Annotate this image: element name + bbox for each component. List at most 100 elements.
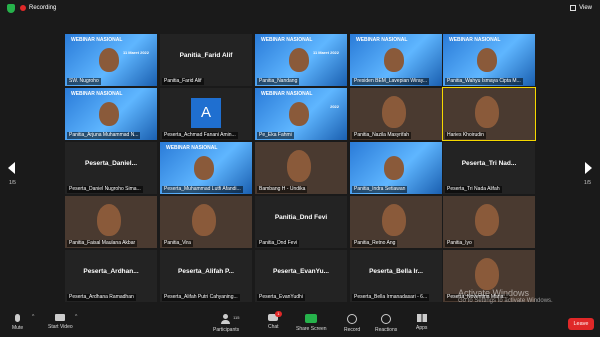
participant-tile[interactable]: Panitia_Faisal Maulana Akbar	[65, 196, 157, 248]
participant-tile[interactable]: Panitia_Vira	[160, 196, 252, 248]
participant-tile[interactable]: Bambang H - Undika	[255, 142, 347, 194]
participant-name-label: Panitia_Iyo	[445, 240, 474, 247]
chat-unread-badge: 1	[275, 311, 282, 317]
chat-button[interactable]: 1 Chat	[268, 311, 282, 330]
participant-avatar: A	[191, 98, 221, 128]
chat-label: Chat	[268, 324, 279, 330]
participant-video-face	[99, 102, 119, 126]
next-page-arrow-icon[interactable]	[585, 162, 592, 174]
apps-label: Apps	[416, 325, 428, 331]
participant-display-name: Panitia_Dnd Fevi	[274, 214, 328, 221]
participant-name-label: Peserta_Muhammad Lutfi Afandi...	[162, 186, 243, 193]
participant-display-name: Peserta_Tri Nad...	[461, 160, 517, 167]
share-screen-button[interactable]: Share Screen	[296, 314, 327, 332]
webinar-date: 2022	[330, 104, 339, 109]
reactions-button[interactable]: Reactions	[375, 314, 397, 333]
participant-display-name: Peserta_Bella Ir...	[369, 268, 423, 275]
recording-dot-icon	[20, 5, 26, 11]
webinar-title: WEBINAR NASIONAL	[261, 91, 313, 97]
participants-button[interactable]: 115 Participants	[213, 314, 239, 333]
participant-video-face	[384, 48, 404, 72]
webinar-title: WEBINAR NASIONAL	[449, 37, 501, 43]
participant-tile[interactable]: WEBINAR NASIONAL 2022 Pe_Eka Fahmi	[255, 88, 347, 140]
audio-options-caret-icon[interactable]: ^	[32, 314, 34, 320]
webinar-title: WEBINAR NASIONAL	[71, 91, 123, 97]
participant-tile[interactable]: WEBINAR NASIONAL Panitia_Wahyu Ismaya Cip…	[443, 34, 535, 86]
participant-display-name: Peserta_Daniel...	[84, 160, 138, 167]
participants-icon: 115	[221, 314, 239, 324]
page-indicator-right: 1/5	[584, 180, 591, 186]
participant-tile[interactable]: WEBINAR NASIONAL Presiden BEM_Lavepian Wi…	[350, 34, 442, 86]
apps-button[interactable]: Apps	[416, 314, 427, 331]
watermark-subtitle: Go to Settings to activate Windows.	[458, 298, 553, 304]
avatar-initial: A	[200, 104, 211, 121]
participant-display-name: Peserta_Ardhan...	[83, 268, 139, 275]
video-options-caret-icon[interactable]: ^	[75, 314, 77, 320]
participant-name-label: Peserta_Bella Irmanadasari - 6...	[352, 294, 430, 301]
participant-name-label: Panitia_Farid Alif	[162, 78, 204, 85]
participant-video-face	[382, 204, 406, 236]
participant-name-label: Panitia_Indra Setiawan	[352, 186, 408, 193]
participant-tile[interactable]: Peserta_EvanYu... Peserta_EvanYudhi	[255, 250, 347, 302]
participant-tile[interactable]: Panitia_Iyo	[443, 196, 535, 248]
participant-tile[interactable]: Peserta_Bella Ir... Peserta_Bella Irmanad…	[350, 250, 442, 302]
record-button[interactable]: Record	[344, 314, 360, 333]
participant-display-name: Peserta_Alifah P...	[178, 268, 234, 275]
participant-video-face	[477, 48, 497, 72]
microphone-icon	[15, 314, 21, 322]
participant-display-name: Peserta_EvanYu...	[272, 268, 329, 275]
participant-tile[interactable]: Peserta_Alifah P... Peserta_Alifah Putri …	[160, 250, 252, 302]
participant-tile[interactable]: Panitia_Dnd Fevi Panitia_Dnd Fevi	[255, 196, 347, 248]
participant-video-face	[382, 96, 406, 128]
participant-name-label: SW. Nugroho	[67, 78, 101, 85]
participant-name-label: Pe_Eka Fahmi	[257, 132, 294, 139]
participant-name-label: Bambang H - Undika	[257, 186, 308, 193]
participant-tile[interactable]: WEBINAR NASIONAL Peserta_Muhammad Lutfi A…	[160, 142, 252, 194]
grid-view-icon	[570, 5, 577, 11]
start-video-button[interactable]: Start Video	[48, 314, 73, 330]
participant-name-label: Peserta_Alifah Putri Cahyaning...	[162, 294, 240, 301]
previous-page-arrow-icon[interactable]	[8, 162, 15, 174]
watermark-title: Activate Windows	[458, 288, 530, 298]
participant-tile[interactable]: Peserta_Tri Nad... Peserta_Tri Nada Alifa…	[443, 142, 535, 194]
video-gallery-grid: WEBINAR NASIONAL 11 Maret 2022 SW. Nugroho…	[65, 34, 536, 304]
participant-tile[interactable]: Panitia_Nazila Masyrifah	[350, 88, 442, 140]
apps-icon	[416, 314, 427, 322]
participant-name-label: Peserta_EvanYudhi	[257, 294, 305, 301]
participant-name-label: Peserta_Tri Nada Alifah	[445, 186, 502, 193]
participant-name-label: Peserta_Ardhana Ramadhan	[67, 294, 136, 301]
security-shield-icon[interactable]	[7, 4, 15, 13]
participant-video-face	[475, 96, 499, 128]
meeting-toolbar: Mute ^ Start Video ^ 115 Participants 1 …	[0, 310, 600, 337]
participant-name-label: Panitia_Dnd Fevi	[257, 240, 300, 247]
recording-label: Recording	[29, 5, 57, 11]
participants-label: Participants	[213, 327, 240, 333]
view-button[interactable]: View	[570, 3, 592, 13]
participant-tile[interactable]: Peserta_Ardhan... Peserta_Ardhana Ramadha…	[65, 250, 157, 302]
participant-tile[interactable]: WEBINAR NASIONAL 11 Maret 2022 SW. Nugroho	[65, 34, 157, 86]
participant-tile[interactable]: Panitia_Retno Ang	[350, 196, 442, 248]
participant-name-label: Peserta_Achmad Fanani Amin...	[162, 132, 238, 139]
participant-video-face	[384, 156, 404, 180]
participant-tile[interactable]: Peserta_Daniel... Peserta_Daniel Nugroho …	[65, 142, 157, 194]
page-indicator-left: 1/5	[9, 180, 16, 186]
record-label: Record	[344, 327, 361, 333]
mute-button[interactable]: Mute	[12, 314, 23, 331]
participant-tile[interactable]: WEBINAR NASIONAL 11 Maret 2022 Panitia_Nan…	[255, 34, 347, 86]
webinar-title: WEBINAR NASIONAL	[166, 145, 218, 151]
start-video-label: Start Video	[48, 324, 73, 330]
reactions-label: Reactions	[375, 327, 398, 333]
participant-tile[interactable]: A Peserta_Achmad Fanani Amin...	[160, 88, 252, 140]
leave-button[interactable]: Leave	[568, 318, 594, 330]
participant-video-face	[289, 102, 309, 126]
participant-name-label: Panitia_Retno Ang	[352, 240, 398, 247]
participant-name-label: Presiden BEM_Lavepian Wiray...	[352, 78, 429, 85]
reactions-smiley-icon	[381, 314, 392, 324]
participant-tile[interactable]: WEBINAR NASIONAL Panitia_Arjuna Muhammad …	[65, 88, 157, 140]
participant-video-face	[192, 204, 216, 236]
participant-tile[interactable]: Panitia_Indra Setiawan	[350, 142, 442, 194]
participant-name-label: Panitia_Arjuna Muhammad N...	[67, 132, 141, 139]
participant-tile[interactable]: Haries Khoirudin	[442, 87, 536, 141]
participant-name-label: Panitia_Wahyu Ismaya Cipta M...	[445, 78, 523, 85]
participant-tile[interactable]: Panitia_Farid Alif Panitia_Farid Alif	[160, 34, 252, 86]
